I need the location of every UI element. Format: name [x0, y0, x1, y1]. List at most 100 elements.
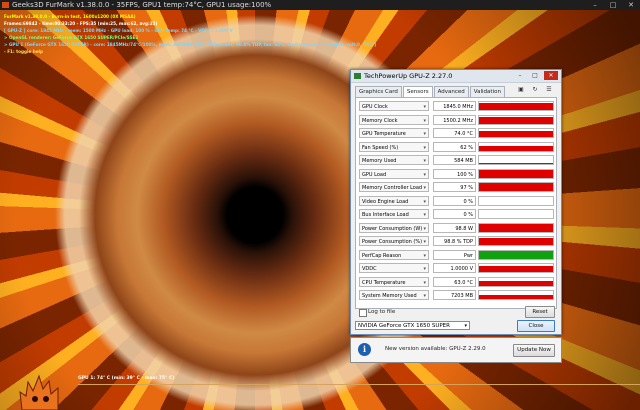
- sensor-label[interactable]: Power Consumption (%) ▾: [359, 236, 429, 246]
- sensor-value: 97 %: [433, 182, 476, 192]
- chevron-down-icon: ▾: [464, 323, 467, 329]
- chevron-down-icon: ▾: [423, 252, 426, 259]
- gpu-select[interactable]: NVIDIA GeForce GTX 1650 SUPER ▾: [355, 321, 470, 330]
- furmark-app-icon: [2, 2, 9, 8]
- sensor-value: 1845.0 MHz: [433, 101, 476, 111]
- chevron-down-icon: ▾: [423, 185, 426, 191]
- tab-validation[interactable]: Validation: [469, 86, 505, 97]
- sensor-value: 0 %: [433, 209, 476, 219]
- gpuz-title-bar[interactable]: TechPowerUp GPU-Z 2.27.0 – □ ✕: [351, 70, 561, 83]
- chevron-down-icon: ▾: [423, 144, 426, 151]
- furmark-title-bar: Geeks3D FurMark v1.38.0.0 - 35FPS, GPU1 …: [0, 0, 640, 10]
- update-notice: i New version available: GPU-Z 2.29.0 Up…: [350, 337, 562, 363]
- chevron-down-icon: ▾: [423, 171, 426, 178]
- sensor-graph: [478, 168, 554, 179]
- sensor-value: 63.0 °C: [433, 276, 476, 287]
- sensor-label[interactable]: CPU Temperature ▾: [359, 276, 429, 287]
- sensor-label[interactable]: System Memory Used ▾: [359, 290, 429, 300]
- temperature-graph-line: [78, 384, 640, 385]
- chevron-down-icon: ▾: [423, 198, 426, 205]
- sensor-graph-fill: [479, 266, 553, 272]
- sensor-graph: [478, 101, 554, 111]
- sensor-label[interactable]: VDDC ▾: [359, 263, 429, 273]
- sensor-label[interactable]: Video Engine Load ▾: [359, 195, 429, 206]
- sensor-label[interactable]: PerfCap Reason ▾: [359, 249, 429, 260]
- furmark-window-title: Geeks3D FurMark v1.38.0.0 - 35FPS, GPU1 …: [12, 1, 272, 9]
- chevron-down-icon: ▾: [423, 225, 426, 232]
- sensor-graph: [478, 128, 554, 138]
- sensor-label[interactable]: GPU Temperature ▾: [359, 128, 429, 138]
- gpuz-tabs: Graphics Card Sensors Advanced Validatio…: [355, 86, 506, 98]
- sensor-row: Video Engine Load ▾ 0 %: [359, 195, 554, 207]
- sensor-graph: [478, 263, 554, 273]
- sensor-graph: [478, 276, 554, 287]
- sensor-row: PerfCap Reason ▾ Pwr: [359, 249, 554, 261]
- sensor-label-text: System Memory Used: [362, 293, 417, 299]
- gpuz-close-window-button[interactable]: ✕: [544, 71, 558, 80]
- sensor-label[interactable]: GPU Clock ▾: [359, 101, 429, 111]
- sensor-graph-fill: [479, 250, 553, 259]
- sensor-value: 62 %: [433, 141, 476, 152]
- close-window-button[interactable]: ✕: [622, 0, 640, 10]
- sensor-graph: [478, 195, 554, 206]
- chevron-down-icon: ▾: [423, 104, 426, 110]
- camera-icon[interactable]: ▣: [517, 86, 525, 94]
- gpuz-maximize-button[interactable]: □: [528, 71, 542, 80]
- sensor-graph-fill: [479, 280, 553, 286]
- sensor-label[interactable]: Memory Controller Load ▾: [359, 182, 429, 192]
- sensor-row: Memory Clock ▾ 1500.2 MHz: [359, 114, 554, 126]
- sensor-graph-fill: [479, 295, 553, 299]
- sensor-label-text: Memory Used: [362, 158, 397, 164]
- close-button[interactable]: Close: [517, 320, 555, 332]
- osd-line: Frames:69842 - time:00:33:20 - FPS:35 (m…: [4, 21, 158, 26]
- sensor-label[interactable]: GPU Load ▾: [359, 168, 429, 179]
- minimize-button[interactable]: –: [586, 0, 604, 10]
- update-message: New version available: GPU-Z 2.29.0: [385, 346, 486, 352]
- sensor-value: 584 MB: [433, 155, 476, 165]
- sensor-label-text: GPU Clock: [362, 104, 388, 110]
- gpuz-minimize-button[interactable]: –: [513, 71, 527, 80]
- update-now-button[interactable]: Update Now: [513, 344, 555, 357]
- sensor-value: 7203 MB: [433, 290, 476, 300]
- sensor-row: GPU Temperature ▾ 74.0 °C: [359, 128, 554, 139]
- menu-icon[interactable]: ☰: [545, 86, 553, 94]
- sensor-graph: [478, 209, 554, 219]
- sensor-label[interactable]: Memory Clock ▾: [359, 114, 429, 125]
- chevron-down-icon: ▾: [423, 239, 426, 245]
- refresh-icon[interactable]: ↻: [531, 86, 539, 94]
- tab-graphics-card[interactable]: Graphics Card: [355, 86, 402, 97]
- sensor-graph: [478, 114, 554, 125]
- sensor-label[interactable]: Bus Interface Load ▾: [359, 209, 429, 219]
- sensor-row: Power Consumption (W) ▾ 98.8 W: [359, 222, 554, 234]
- sensor-graph-fill: [479, 145, 553, 151]
- sensor-row: CPU Temperature ▾ 63.0 °C: [359, 276, 554, 288]
- sensor-row: Fan Speed (%) ▾ 62 %: [359, 141, 554, 153]
- sensor-label[interactable]: Fan Speed (%) ▾: [359, 141, 429, 152]
- tab-advanced[interactable]: Advanced: [433, 86, 469, 97]
- log-to-file-checkbox[interactable]: [359, 309, 367, 317]
- sensor-label-text: PerfCap Reason: [362, 252, 402, 259]
- sensor-label-text: Fan Speed (%): [362, 144, 399, 151]
- sensor-graph: [478, 236, 554, 246]
- gpuz-window: TechPowerUp GPU-Z 2.27.0 – □ ✕ Graphics …: [350, 69, 562, 335]
- sensor-row: GPU Clock ▾ 1845.0 MHz: [359, 101, 554, 112]
- sensor-graph: [478, 222, 554, 233]
- sensor-label[interactable]: Memory Used ▾: [359, 155, 429, 165]
- reset-button[interactable]: Reset: [525, 306, 555, 318]
- chevron-down-icon: ▾: [423, 266, 426, 272]
- chevron-down-icon: ▾: [423, 212, 426, 218]
- sensor-value: 1500.2 MHz: [433, 114, 476, 125]
- maximize-button[interactable]: □: [604, 0, 622, 10]
- sensor-graph: [478, 182, 554, 192]
- sensor-label-text: Memory Clock: [362, 117, 398, 124]
- log-to-file-label: Log to file: [368, 309, 396, 315]
- sensor-value: 0 %: [433, 195, 476, 206]
- furmark-osd: FurMark v1.38.0.0 - Burn-in test, 1600x1…: [4, 13, 376, 55]
- osd-line: FurMark v1.38.0.0 - Burn-in test, 1600x1…: [4, 14, 136, 19]
- sensor-row: System Memory Used ▾ 7203 MB: [359, 290, 554, 301]
- sensor-label-text: Power Consumption (W): [362, 225, 423, 232]
- temperature-graph-label: GPU 1: 74° C (min: 39° C - max: 75° C): [78, 376, 175, 381]
- sensor-label[interactable]: Power Consumption (W) ▾: [359, 222, 429, 233]
- sensor-row: Memory Used ▾ 584 MB: [359, 155, 554, 166]
- sensor-label-text: CPU Temperature: [362, 279, 406, 286]
